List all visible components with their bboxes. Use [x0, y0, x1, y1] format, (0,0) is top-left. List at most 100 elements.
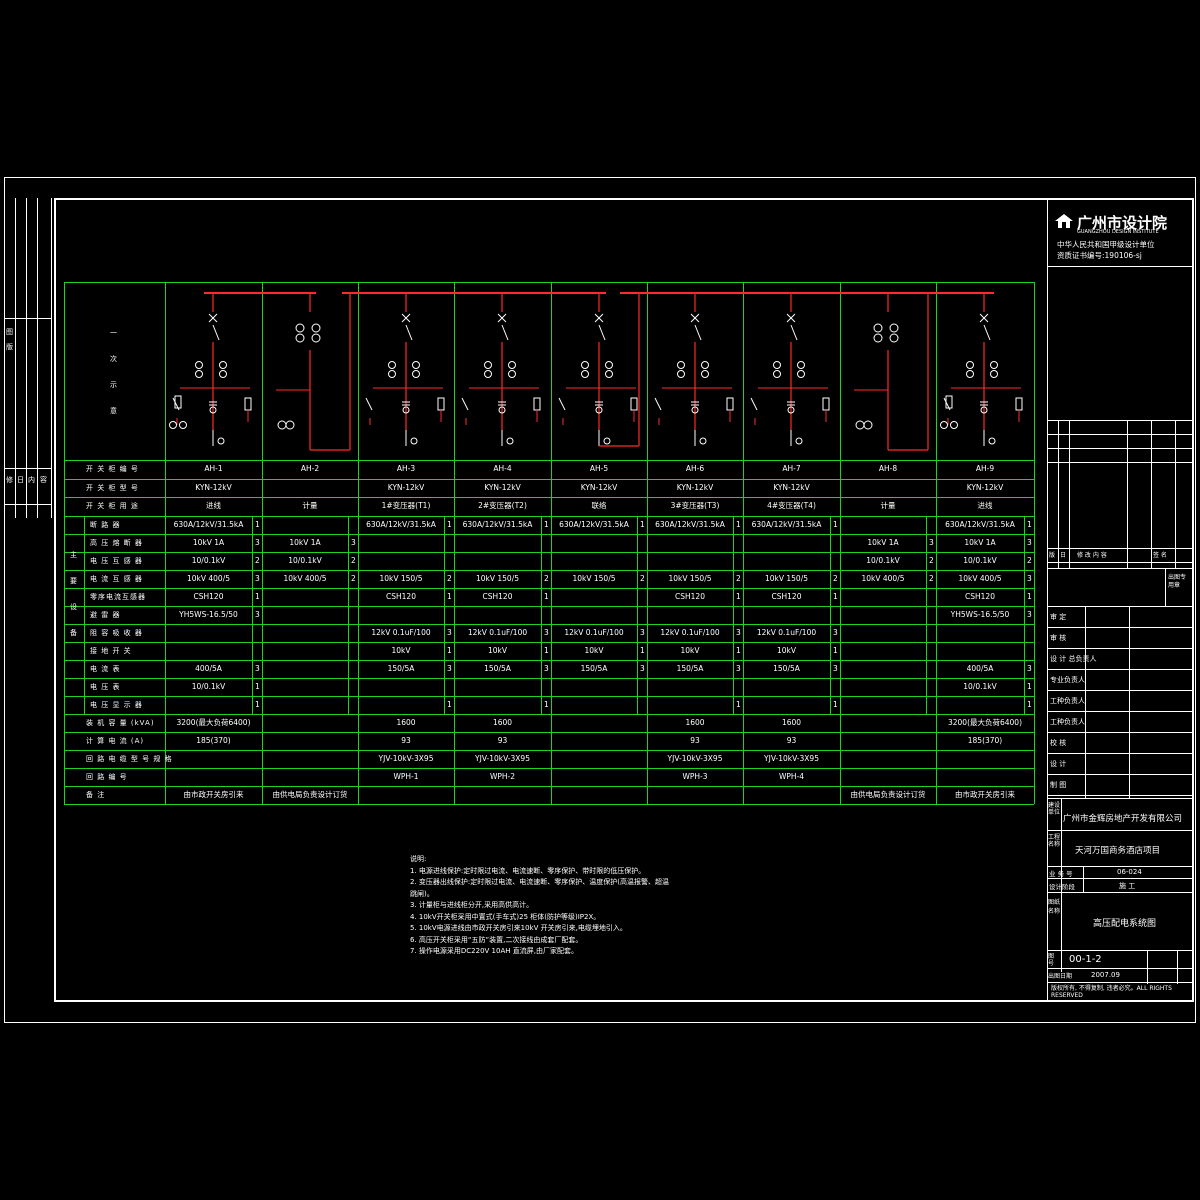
rev-col-version: 版	[1049, 552, 1056, 559]
rev-col-content: 修 改 内 容	[1077, 552, 1107, 559]
ct-icon	[966, 370, 974, 378]
job-no: 06-024	[1117, 868, 1142, 876]
drawing-name-label: 图纸名称	[1048, 899, 1061, 915]
date-value: 2007.09	[1091, 971, 1120, 979]
role-label: 审 定	[1050, 613, 1067, 621]
institute-certificate: 资质证书编号:190106-sj	[1057, 251, 1142, 260]
arrester-icon	[1015, 397, 1023, 411]
rev-col-date: 日	[1060, 552, 1067, 559]
ct-icon	[412, 361, 420, 369]
stage-label: 设计阶段	[1049, 883, 1075, 891]
stage-value: 施 工	[1119, 882, 1136, 890]
pt-icon	[311, 323, 321, 333]
earth-switch-icon	[750, 397, 758, 411]
pt-icon	[940, 421, 948, 429]
switch-icon	[501, 324, 509, 341]
ct-icon	[581, 370, 589, 378]
ct-icon	[506, 437, 514, 445]
ct-icon	[388, 361, 396, 369]
note-line: 4. 10kV开关柜采用中置式(手车式)25 柜体(防护等级)IP2X。	[410, 912, 601, 921]
stamp-label: 出图专用章	[1168, 574, 1187, 589]
pt-icon	[295, 333, 305, 343]
ct-icon	[701, 361, 709, 369]
ct-icon	[990, 361, 998, 369]
ct-icon	[773, 361, 781, 369]
project-name: 天河万国商务酒店项目	[1075, 846, 1161, 856]
pt-icon	[873, 323, 883, 333]
ct-icon	[581, 361, 589, 369]
single-line-schematic	[169, 292, 1023, 451]
role-label: 设 计	[1050, 760, 1067, 768]
pt-icon	[285, 420, 295, 430]
role-label: 专业负责人	[1050, 676, 1085, 684]
arrester-icon	[533, 397, 541, 411]
institute-qualification: 中华人民共和国甲级设计单位	[1057, 240, 1155, 249]
switch-icon	[983, 324, 991, 341]
drawing-no: 00-1-2	[1069, 954, 1102, 965]
ct-icon	[219, 361, 227, 369]
ct-icon	[217, 437, 225, 445]
arrester-icon	[630, 397, 638, 411]
ct-icon	[412, 370, 420, 378]
role-row-line	[1047, 711, 1194, 712]
arrester-icon	[437, 397, 445, 411]
switch-icon	[212, 324, 220, 341]
ct-icon	[195, 361, 203, 369]
institute-name-en: GUANGZHOU DESIGN INSTITUTE	[1077, 229, 1159, 235]
arrester-icon	[726, 397, 734, 411]
switch-icon	[598, 324, 606, 341]
ct-icon	[410, 437, 418, 445]
pt-icon	[873, 333, 883, 343]
role-row-line	[1047, 732, 1194, 733]
ct-icon	[773, 370, 781, 378]
role-row-line	[1047, 648, 1194, 649]
ct-icon	[795, 437, 803, 445]
notes-title: 说明:	[410, 855, 427, 863]
switch-icon	[405, 324, 413, 341]
ct-icon	[797, 361, 805, 369]
ct-icon	[219, 370, 227, 378]
role-label: 设 计 总负责人	[1050, 655, 1097, 663]
ct-icon	[990, 370, 998, 378]
role-row-line	[1047, 627, 1194, 628]
job-no-label: 业 务 号	[1049, 870, 1073, 878]
role-row-line	[1047, 753, 1194, 754]
ct-icon	[966, 361, 974, 369]
ct-icon	[701, 370, 709, 378]
switch-icon	[694, 324, 702, 341]
ct-icon	[508, 370, 516, 378]
role-row-line	[1047, 795, 1194, 796]
note-line: 7. 操作电源采用DC220V 10AH 直流屏,由厂家配套。	[410, 947, 578, 955]
ct-icon	[508, 361, 516, 369]
ct-icon	[603, 437, 611, 445]
title-block: 广州市设计院 GUANGZHOU DESIGN INSTITUTE 中华人民共和…	[1047, 198, 1194, 1002]
pt-icon	[295, 323, 305, 333]
drawing-no-label: 图 号	[1048, 953, 1055, 967]
ct-icon	[605, 370, 613, 378]
ct-icon	[605, 361, 613, 369]
switch-icon	[790, 324, 798, 341]
ct-icon	[195, 370, 203, 378]
date-label: 出图日期	[1048, 973, 1073, 980]
pt-icon	[277, 420, 287, 430]
pt-icon	[889, 333, 899, 343]
note-line: 3. 计量柜与进线柜分开,采用高供高计。	[410, 901, 534, 909]
pt-icon	[950, 421, 958, 429]
client-name: 广州市金辉房地产开发有限公司	[1063, 814, 1183, 824]
ct-icon	[677, 370, 685, 378]
earth-switch-icon	[558, 397, 566, 411]
drawing-name: 高压配电系统图	[1093, 919, 1157, 929]
ct-icon	[484, 361, 492, 369]
arrester-icon	[822, 397, 830, 411]
ct-icon	[988, 437, 996, 445]
client-label: 建设单位	[1048, 802, 1061, 816]
note-line: 1. 电源进线保护:定时限过电流、电流速断、零序保护、带时限的低压保护。	[410, 866, 646, 875]
role-label: 工种负责人	[1050, 718, 1085, 726]
ct-icon	[699, 437, 707, 445]
role-row-line	[1047, 774, 1194, 775]
earth-switch-icon	[365, 397, 373, 411]
pt-icon	[855, 420, 865, 430]
fuse-icon	[945, 395, 953, 409]
pt-icon	[889, 323, 899, 333]
rev-col-sign: 签 名	[1153, 552, 1167, 559]
